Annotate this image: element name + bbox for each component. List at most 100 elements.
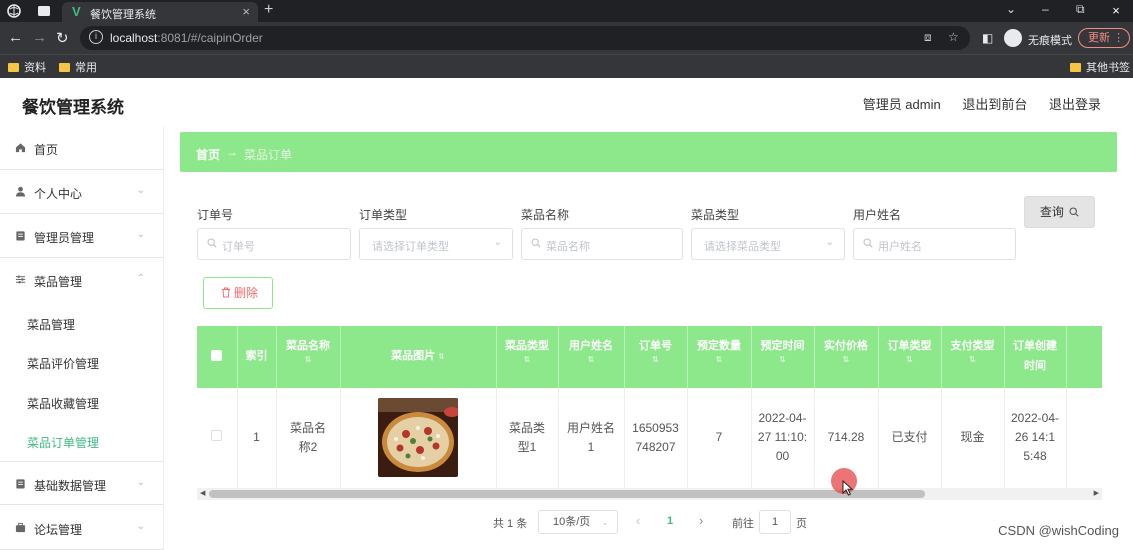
column-header-order-no[interactable]: 订单号 ⇅ [624, 326, 688, 388]
row-checkbox[interactable] [211, 430, 223, 442]
address-bar[interactable]: i localhost:8081/#/caipinOrder ⧈ ☆ [80, 26, 970, 50]
sidebar-item-dish-management[interactable]: 菜品管理 ⌃ [0, 258, 163, 302]
new-tab-button[interactable]: + [264, 1, 273, 19]
select-all-checkbox[interactable] [211, 350, 223, 361]
sort-icon[interactable]: ⇅ [688, 356, 751, 364]
sidebar-item-basic-data[interactable]: 基础数据管理 ⌄ [0, 461, 163, 505]
scroll-right-arrow-icon[interactable]: ▶ [1094, 488, 1099, 500]
back-arrow-icon[interactable]: ← [8, 29, 23, 46]
sort-icon[interactable]: ⇅ [625, 356, 687, 364]
column-header-quantity[interactable]: 预定数量 ⇅ [687, 326, 752, 388]
translate-icon[interactable]: ⧈ [924, 30, 932, 45]
delete-button[interactable]: 删除 [203, 277, 273, 309]
browser-tab-active[interactable]: V 餐饮管理系统 × [62, 2, 258, 22]
user-name-input[interactable]: 用户姓名 [853, 228, 1016, 260]
tab-search-icon[interactable] [36, 3, 52, 19]
bookmark-folder-ziliao[interactable]: 资料 [8, 59, 46, 75]
user-icon [15, 186, 26, 197]
column-header-book-time[interactable]: 预定时间 ⇅ [751, 326, 815, 388]
order-no-input[interactable]: 订单号 [197, 228, 351, 260]
incognito-avatar-icon[interactable] [1004, 29, 1022, 47]
home-icon [15, 143, 26, 153]
filter-label-dish-type: 菜品类型 [691, 208, 740, 222]
sort-icon[interactable]: ⇅ [752, 356, 814, 364]
sort-icon[interactable]: ⇅ [942, 356, 1004, 364]
sort-icon[interactable]: ⇅ [815, 356, 878, 364]
goto-page-input[interactable]: 1 [759, 510, 791, 534]
select-all-checkbox-cell [197, 326, 238, 388]
column-header-dish-image[interactable]: 菜品图片 ⇅ [340, 326, 497, 388]
column-header-pay-type[interactable]: 支付类型 ⇅ [941, 326, 1005, 388]
current-page-number[interactable]: 1 [667, 515, 673, 527]
address-url[interactable]: localhost:8081/#/caipinOrder [110, 31, 263, 45]
next-page-button[interactable]: › [699, 513, 703, 528]
sort-icon[interactable]: ⇅ [559, 356, 624, 364]
table-horizontal-scrollbar[interactable]: ◀ ▶ [197, 488, 1102, 500]
pizza-image[interactable] [378, 398, 458, 478]
scrollbar-thumb[interactable] [209, 490, 925, 498]
sort-icon[interactable]: ⇅ [497, 356, 558, 364]
update-button[interactable]: 更新 ⋮ [1078, 28, 1130, 48]
dish-type-select[interactable]: 请选择菜品类型 ⌄ [691, 228, 845, 260]
sidebar-subitem-dish-orders[interactable]: 菜品订单管理 [27, 434, 99, 451]
logout-link[interactable]: 退出登录 [1049, 97, 1101, 112]
forward-arrow-icon[interactable]: → [32, 29, 47, 46]
sidebar-subitem-dish-reviews[interactable]: 菜品评价管理 [27, 355, 99, 372]
bookmark-folder-changyong[interactable]: 常用 [59, 59, 97, 75]
column-header-dish-type[interactable]: 菜品类型 ⇅ [496, 326, 559, 388]
user-name-placeholder: 用户姓名 [878, 241, 922, 253]
tab-list-chevron-icon[interactable]: ⌄ [1006, 2, 1016, 16]
tab-close-icon[interactable]: × [242, 4, 250, 19]
exit-to-front-link[interactable]: 退出到前台 [962, 97, 1027, 112]
app-title: 餐饮管理系统 [22, 98, 124, 117]
clipboard-icon [16, 479, 25, 489]
breadcrumb: 首页 → 菜品订单 [180, 132, 1117, 172]
sidebar-subitem-dish-management[interactable]: 菜品管理 [27, 316, 75, 333]
chevron-down-icon: ⌄ [601, 517, 609, 527]
column-header-dish-name[interactable]: 菜品名称 ⇅ [276, 326, 341, 388]
browser-menu-icon[interactable] [6, 3, 22, 19]
tab-title: 餐饮管理系统 [90, 9, 156, 21]
orders-table: 索引 菜品名称 ⇅ 菜品图片 ⇅ 菜品类型 ⇅ 用户姓名 ⇅ 订单号 ⇅ 预定数量 ⇅ 预… [197, 326, 1102, 500]
chevron-down-icon: ⌄ [136, 477, 145, 488]
page-size-select[interactable]: 10条/页 ⌄ [538, 510, 618, 534]
query-button[interactable]: 查询 [1024, 196, 1095, 228]
sort-icon[interactable]: ⇅ [277, 356, 340, 364]
minimize-button[interactable]: – [1042, 2, 1049, 16]
order-type-select[interactable]: 请选择订单类型 ⌄ [359, 228, 513, 260]
sort-icon[interactable]: ⇅ [879, 356, 941, 364]
site-info-icon[interactable]: i [89, 30, 103, 44]
bookmark-star-icon[interactable]: ☆ [948, 30, 959, 44]
column-header-price[interactable]: 实付价格 ⇅ [814, 326, 879, 388]
scroll-left-arrow-icon[interactable]: ◀ [200, 488, 205, 500]
cell-pay-type: 现金 [941, 388, 1005, 489]
column-header-order-type[interactable]: 订单类型 ⇅ [878, 326, 942, 388]
column-header-created-time[interactable]: 订单创建时间 [1004, 326, 1067, 388]
sidebar-item-home[interactable]: 首页 [0, 126, 163, 170]
prev-page-button[interactable]: ‹ [636, 513, 640, 528]
sidebar-item-admin-management[interactable]: 管理员管理 ⌄ [0, 214, 163, 258]
search-icon [207, 238, 217, 248]
dish-name-input[interactable]: 菜品名称 [521, 228, 683, 260]
breadcrumb-home[interactable]: 首页 [196, 146, 220, 163]
restore-button[interactable]: ⧉ [1076, 2, 1085, 17]
filter-label-dish-name: 菜品名称 [521, 208, 570, 222]
sidebar-item-forum[interactable]: 论坛管理 ⌄ [0, 506, 163, 550]
briefcase-icon [15, 522, 26, 533]
sidebar-item-personal-center[interactable]: 个人中心 ⌄ [0, 170, 163, 214]
sidebar-subitem-dish-favorites[interactable]: 菜品收藏管理 [27, 395, 99, 412]
window-close-button[interactable]: × [1099, 0, 1133, 22]
table-row[interactable]: 1 菜品名称2 菜品类型1 用户姓名1 1650953748207 7 2022… [197, 388, 1102, 489]
cell-dish-type: 菜品类型1 [496, 388, 559, 489]
cell-order-type: 已支付 [878, 388, 942, 489]
search-icon [863, 238, 873, 248]
sidebar-item-label: 首页 [34, 143, 59, 157]
vue-favicon-icon: V [72, 4, 81, 19]
sidepanel-icon[interactable]: ◧ [982, 31, 993, 45]
sort-icon[interactable]: ⇅ [438, 352, 445, 361]
bookmark-folder-other[interactable]: 其他书签 [1070, 59, 1130, 75]
clipboard-icon [16, 231, 25, 241]
column-header-user-name[interactable]: 用户姓名 ⇅ [558, 326, 625, 388]
sidebar-item-label: 管理员管理 [34, 231, 95, 245]
reload-icon[interactable]: ↻ [56, 29, 69, 47]
